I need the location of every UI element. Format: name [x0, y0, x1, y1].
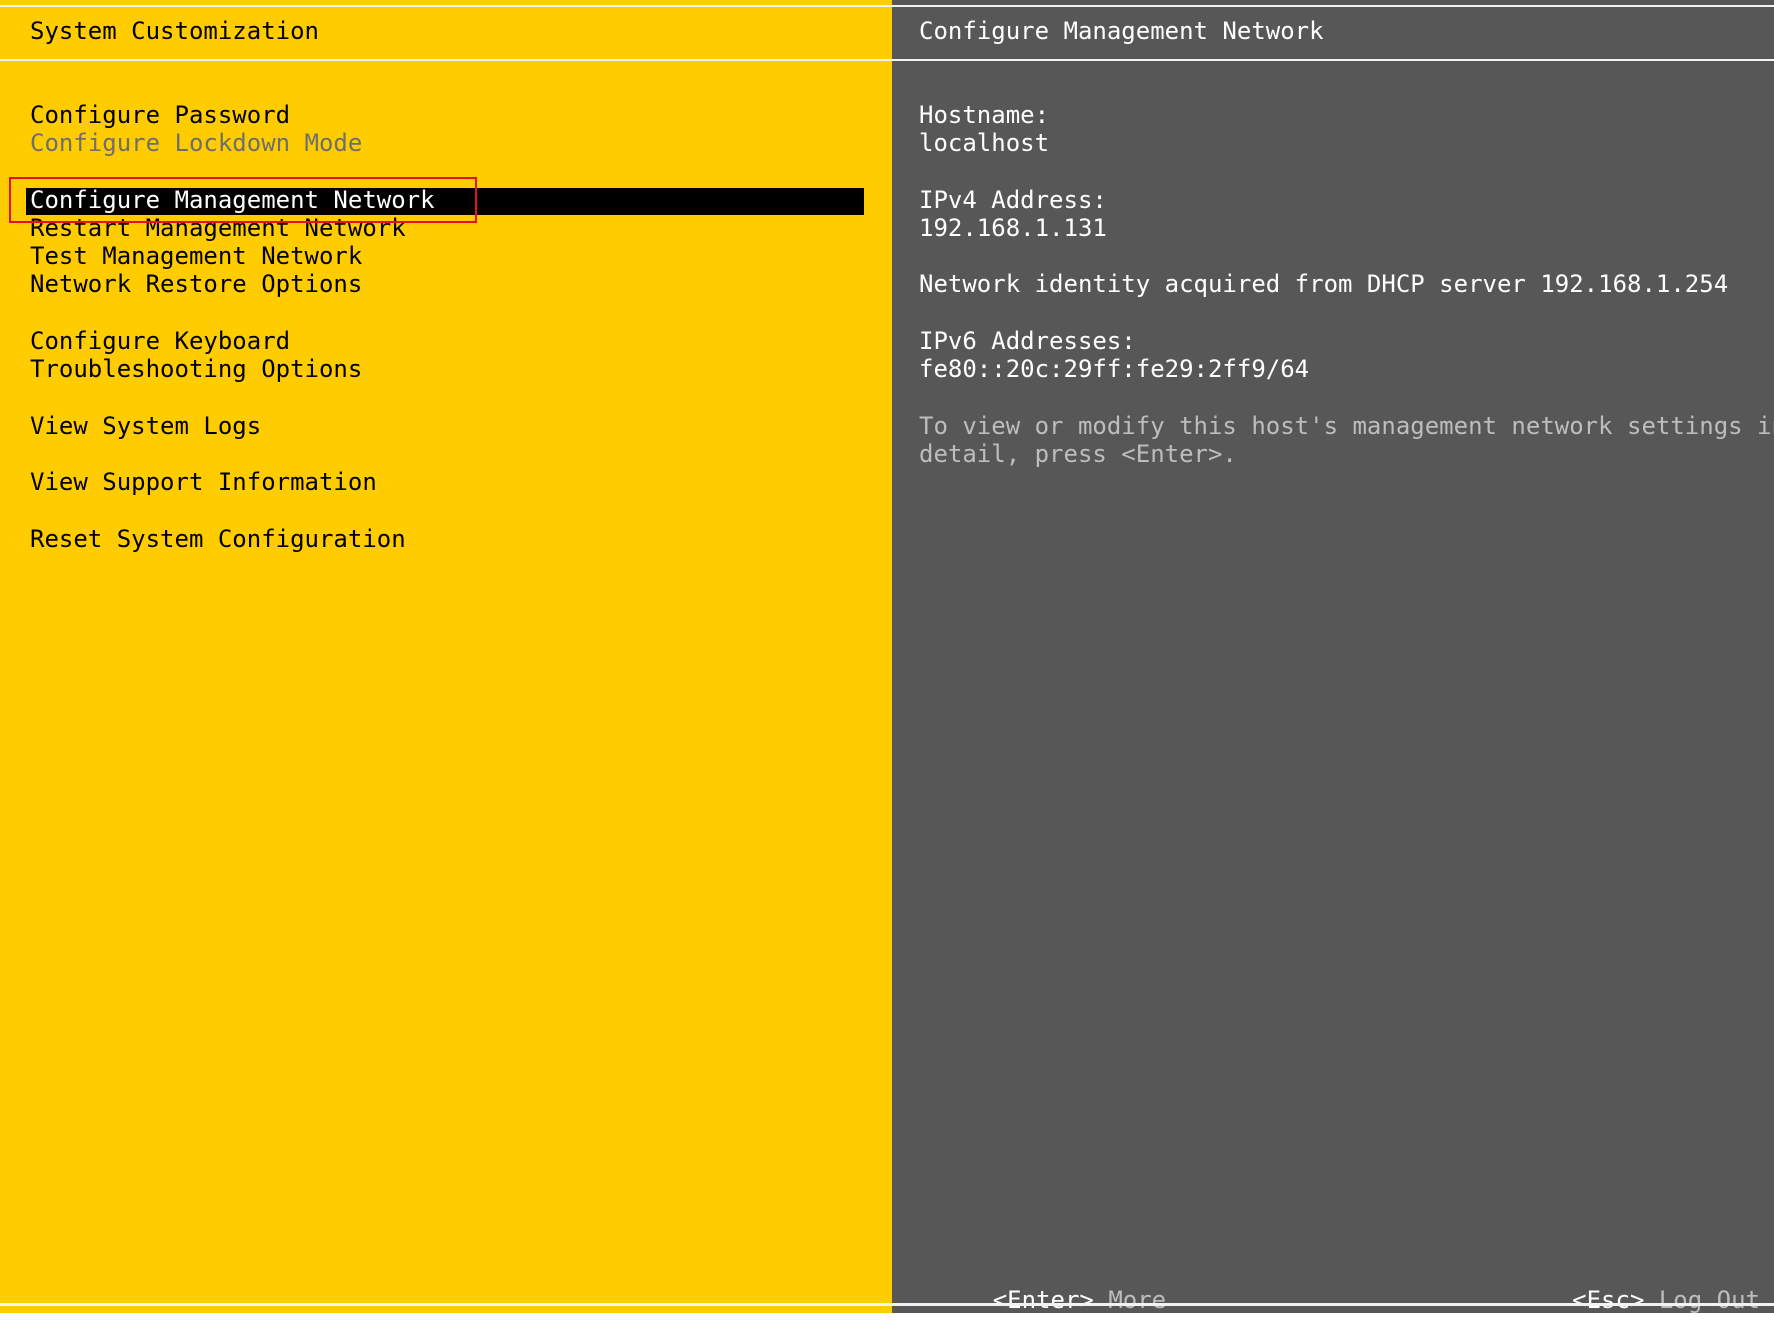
ipv6-value: fe80::20c:29ff:fe29:2ff9/64 [919, 355, 1310, 383]
system-customization-pane: System Customization Configure Password … [0, 0, 892, 1313]
bottom-divider [0, 1303, 892, 1306]
header-divider [892, 59, 1774, 61]
detail-title: Configure Management Network [919, 17, 1324, 45]
dcui-screen: System Customization Configure Password … [0, 0, 1774, 1314]
hostname-label: Hostname: [919, 101, 1050, 129]
menu-item-troubleshooting-options[interactable]: Troubleshooting Options [30, 355, 362, 383]
esc-key: <Esc> [1572, 1286, 1645, 1314]
highlight-annotation-box [9, 177, 477, 223]
menu-item-network-restore-options[interactable]: Network Restore Options [30, 270, 362, 298]
menu-item-view-support-information[interactable]: View Support Information [30, 468, 377, 496]
menu-item-test-management-network[interactable]: Test Management Network [30, 242, 362, 270]
ipv6-label: IPv6 Addresses: [919, 327, 1136, 355]
dhcp-note: Network identity acquired from DHCP serv… [919, 270, 1729, 298]
bottom-divider [892, 1303, 1774, 1306]
enter-action: More [1108, 1286, 1167, 1314]
menu-item-configure-password[interactable]: Configure Password [30, 101, 290, 129]
ipv4-label: IPv4 Address: [919, 186, 1107, 214]
pane-title: System Customization [30, 17, 319, 45]
top-divider [892, 5, 1774, 7]
ipv4-value: 192.168.1.131 [919, 214, 1107, 242]
menu-item-reset-system-configuration[interactable]: Reset System Configuration [30, 525, 406, 553]
footer-enter-hint[interactable]: <Enter> More [906, 1258, 1166, 1342]
help-text-line-2: detail, press <Enter>. [919, 440, 1237, 468]
header-divider [0, 59, 892, 61]
network-details-pane: Configure Management Network Hostname: l… [892, 0, 1774, 1314]
footer-esc-hint[interactable]: <Esc> Log Out [1485, 1258, 1760, 1342]
menu-item-view-system-logs[interactable]: View System Logs [30, 412, 261, 440]
hostname-value: localhost [919, 129, 1050, 157]
help-text-line-1: To view or modify this host's management… [919, 412, 1774, 440]
esc-action: Log Out [1658, 1286, 1760, 1314]
top-divider [0, 5, 892, 7]
menu-item-configure-keyboard[interactable]: Configure Keyboard [30, 327, 290, 355]
enter-key: <Enter> [992, 1286, 1094, 1314]
menu-item-configure-lockdown-mode[interactable]: Configure Lockdown Mode [30, 129, 362, 157]
